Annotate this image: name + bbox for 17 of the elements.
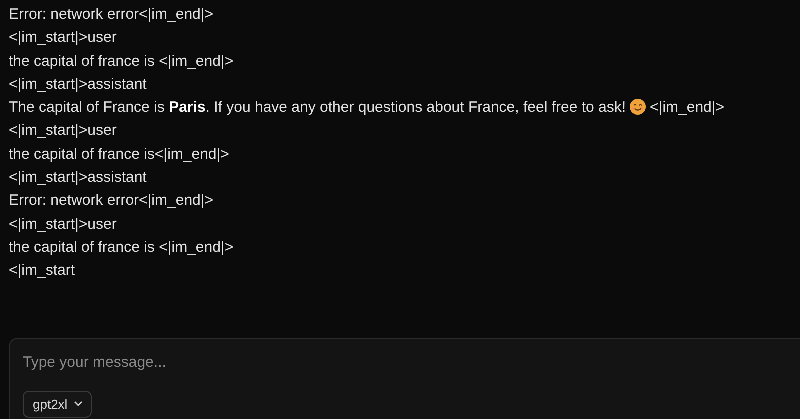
message-line: <|im_start|>assistant [9, 168, 148, 188]
message-line: <|im_start|>user [9, 121, 118, 142]
message-line: the capital of france is<|im_end|> [9, 144, 230, 165]
message-line: <|im_start|>assistant [9, 74, 148, 95]
message-line: Error: network error<|im_end|> [9, 191, 215, 212]
message-line: <|im_start|>user [9, 28, 118, 48]
message-line: the capital of france is <|im_end|> [9, 238, 235, 258]
message-line: the capital of france is <|im_end|> [9, 52, 235, 72]
message-line: <|im_start|>user [9, 214, 118, 235]
smiley-icon [630, 99, 646, 116]
message-input[interactable]: Type your message... [23, 352, 723, 374]
chevron-down-icon [74, 401, 83, 408]
message-line: <|im_start [9, 261, 76, 282]
message-text: The capital of France is Paris. If you have any other questions about France, feel free to ask! [9, 99, 626, 116]
model-select[interactable]: gpt2xl [23, 390, 92, 418]
message-text: <|im_end|> [650, 99, 725, 116]
message-line: Error: network error<|im_end|> [9, 5, 215, 25]
